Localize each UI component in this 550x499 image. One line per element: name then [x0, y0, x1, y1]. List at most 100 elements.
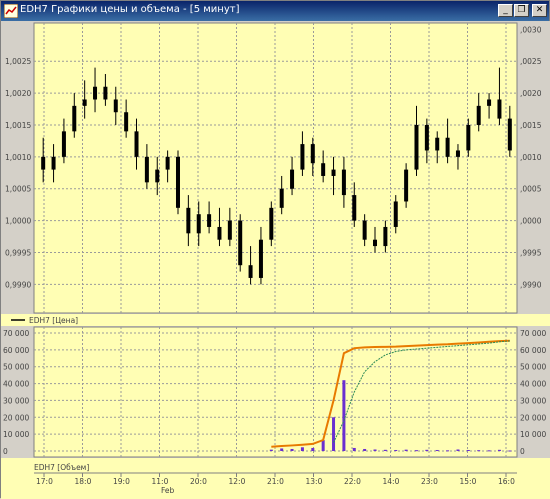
minimize-button[interactable]: _ — [498, 4, 513, 17]
candle-body — [113, 99, 118, 113]
volume-bar — [383, 449, 387, 451]
candle-body — [404, 169, 409, 202]
volume-tick-label: 40 000 — [520, 380, 546, 389]
volume-bar — [487, 450, 491, 452]
close-button[interactable]: ✕ — [532, 4, 547, 17]
volume-bar — [311, 447, 315, 451]
chart-window: EDH7 Графики цены и объема - [5 минут] _… — [0, 0, 550, 499]
volume-tick-label: 30 000 — [3, 396, 29, 405]
volume-bar — [332, 417, 336, 451]
volume-tick-label: 10 000 — [520, 430, 546, 439]
volume-tick-label: 20 000 — [3, 413, 29, 422]
candle-body — [41, 156, 46, 170]
candle-body — [72, 105, 77, 132]
candle-body — [279, 188, 284, 208]
volume-bar — [394, 449, 398, 451]
volume-bar — [352, 447, 356, 451]
candle-body — [124, 112, 129, 132]
time-tick-label: 13:0 — [306, 477, 323, 486]
volume-bar — [363, 448, 367, 451]
volume-bar — [300, 447, 304, 451]
candle-body — [238, 220, 243, 266]
candle-body — [196, 214, 201, 234]
volume-tick-label: 30 000 — [520, 396, 546, 405]
price-tick-label: 1,0010 — [5, 153, 31, 162]
candle-body — [476, 105, 481, 125]
candle-body — [352, 195, 357, 221]
price-tick-label: ,0005 — [520, 185, 542, 194]
volume-bar — [290, 448, 294, 451]
volume-bar — [414, 450, 418, 452]
volume-bar — [466, 449, 470, 451]
restore-button[interactable]: ❐ — [514, 4, 529, 17]
candle-body — [455, 150, 460, 157]
chart-app-icon — [4, 4, 18, 18]
candle-body — [165, 156, 170, 170]
candle-body — [103, 86, 108, 100]
chart-canvas[interactable]: 1,00251,00201,00151,00101,00051,00000,99… — [1, 21, 550, 499]
time-tick-label: 21:0 — [267, 477, 284, 486]
candle-body — [217, 226, 222, 240]
candle-body — [310, 144, 315, 164]
price-tick-label: 1,0005 — [5, 185, 31, 194]
candle-body — [362, 220, 367, 240]
candle-body — [373, 239, 378, 247]
candle-body — [435, 137, 440, 151]
candle-body — [134, 131, 139, 157]
time-tick-label: 20:0 — [190, 477, 207, 486]
candle-body — [290, 169, 295, 189]
price-tick-label: ,0000 — [520, 217, 542, 226]
candle-body — [186, 207, 191, 234]
volume-legend-label: EDH7 [Объем] — [34, 463, 89, 472]
candle-body — [466, 124, 471, 151]
volume-bar — [456, 449, 460, 451]
candle-body — [207, 214, 212, 227]
volume-tick-label: 0 — [3, 447, 8, 456]
volume-tick-label: 10 000 — [3, 430, 29, 439]
candle-body — [445, 137, 450, 157]
price-tick-label: ,0015 — [520, 121, 542, 130]
price-tick-label: ,9990 — [520, 280, 542, 289]
volume-tick-label: 70 000 — [520, 329, 546, 338]
candle-body — [258, 239, 263, 278]
time-tick-label: 19:0 — [113, 477, 130, 486]
window-title: EDH7 Графики цены и объема - [5 минут] — [20, 4, 240, 15]
candle-body — [61, 131, 66, 157]
price-tick-label: 1,0000 — [5, 217, 31, 226]
candle-body — [331, 169, 336, 176]
volume-tick-label: 60 000 — [520, 346, 546, 355]
volume-tick-label: 50 000 — [3, 363, 29, 372]
candle-body — [341, 169, 346, 196]
volume-tick-label: 0 — [520, 447, 525, 456]
candle-body — [414, 124, 419, 170]
candle-body — [155, 169, 160, 183]
volume-bar — [508, 450, 512, 452]
price-tick-label: ,9995 — [520, 248, 542, 257]
candle-body — [93, 86, 98, 100]
price-tick-label: ,0010 — [520, 153, 542, 162]
time-tick-label: 16:0 — [498, 477, 515, 486]
candle-body — [497, 99, 502, 119]
candle-body — [144, 156, 149, 183]
volume-bar — [280, 448, 284, 451]
volume-tick-label: 70 000 — [3, 329, 29, 338]
price-tick-label: ,0030 — [520, 25, 542, 34]
price-tick-label: ,0020 — [520, 89, 542, 98]
price-tick-label: 1,0025 — [5, 57, 31, 66]
candle-body — [487, 99, 492, 106]
title-bar[interactable]: EDH7 Графики цены и объема - [5 минут] _… — [1, 1, 549, 21]
price-tick-label: 0,9990 — [5, 280, 31, 289]
price-legend-bar — [1, 314, 550, 326]
candle-body — [507, 118, 512, 151]
price-tick-label: 1,0015 — [5, 121, 31, 130]
price-axis-right: ,0030 ,0025 ,0020 ,0015 ,0010 ,0005 ,0000 ,9995… — [520, 25, 542, 289]
candle-body — [82, 99, 87, 106]
time-tick-label: 22:0 — [344, 477, 361, 486]
volume-bar — [497, 449, 501, 451]
candle-body — [51, 156, 56, 170]
time-tick-label: 14:0 — [383, 477, 400, 486]
candle-body — [383, 226, 388, 247]
candle-body — [269, 207, 274, 240]
candle-body — [300, 144, 305, 170]
time-tick-label: 23:0 — [421, 477, 438, 486]
